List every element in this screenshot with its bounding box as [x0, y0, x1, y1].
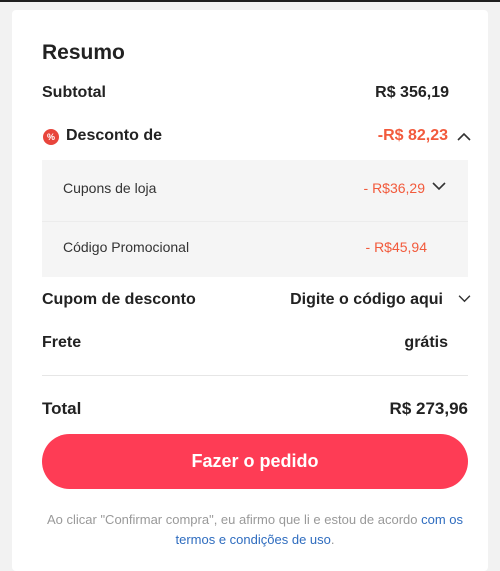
shipping-value: grátis	[404, 334, 448, 351]
place-order-label: Fazer o pedido	[191, 451, 319, 471]
total-divider	[42, 375, 468, 376]
subtotal-value: R$ 356,19	[375, 84, 449, 101]
terms-notice: Ao clicar "Confirmar compra", eu afirmo …	[42, 510, 468, 550]
place-order-button[interactable]: Fazer o pedido	[42, 434, 468, 489]
discount-label: Desconto de	[66, 127, 163, 144]
discount-details-panel	[42, 160, 468, 277]
total-label: Total	[42, 399, 82, 418]
summary-title: Resumo	[42, 41, 125, 64]
discount-value: -R$ 82,23	[377, 127, 448, 144]
order-summary-card: Resumo Subtotal R$ 356,19 % Desconto de …	[12, 10, 488, 571]
store-coupons-value: - R$36,29	[363, 180, 425, 196]
top-edge-bar	[0, 0, 500, 2]
chevron-up-icon[interactable]	[457, 132, 471, 142]
discount-details-divider	[42, 221, 468, 222]
terms-notice-text: Ao clicar "Confirmar compra", eu afirmo …	[46, 512, 422, 527]
coupon-code-input[interactable]: Digite o código aqui	[290, 291, 443, 309]
terms-notice-suffix: .	[330, 532, 335, 547]
subtotal-label: Subtotal	[42, 84, 106, 101]
total-value: R$ 273,96	[389, 399, 468, 418]
chevron-down-icon[interactable]	[432, 181, 446, 191]
percent-badge-icon: %	[43, 129, 59, 145]
promo-code-label: Código Promocional	[63, 239, 190, 255]
shipping-label: Frete	[42, 334, 82, 351]
chevron-down-icon[interactable]	[458, 294, 471, 303]
coupon-label: Cupom de desconto	[42, 291, 196, 308]
promo-code-value: - R$45,94	[365, 239, 427, 255]
store-coupons-label: Cupons de loja	[63, 180, 157, 196]
